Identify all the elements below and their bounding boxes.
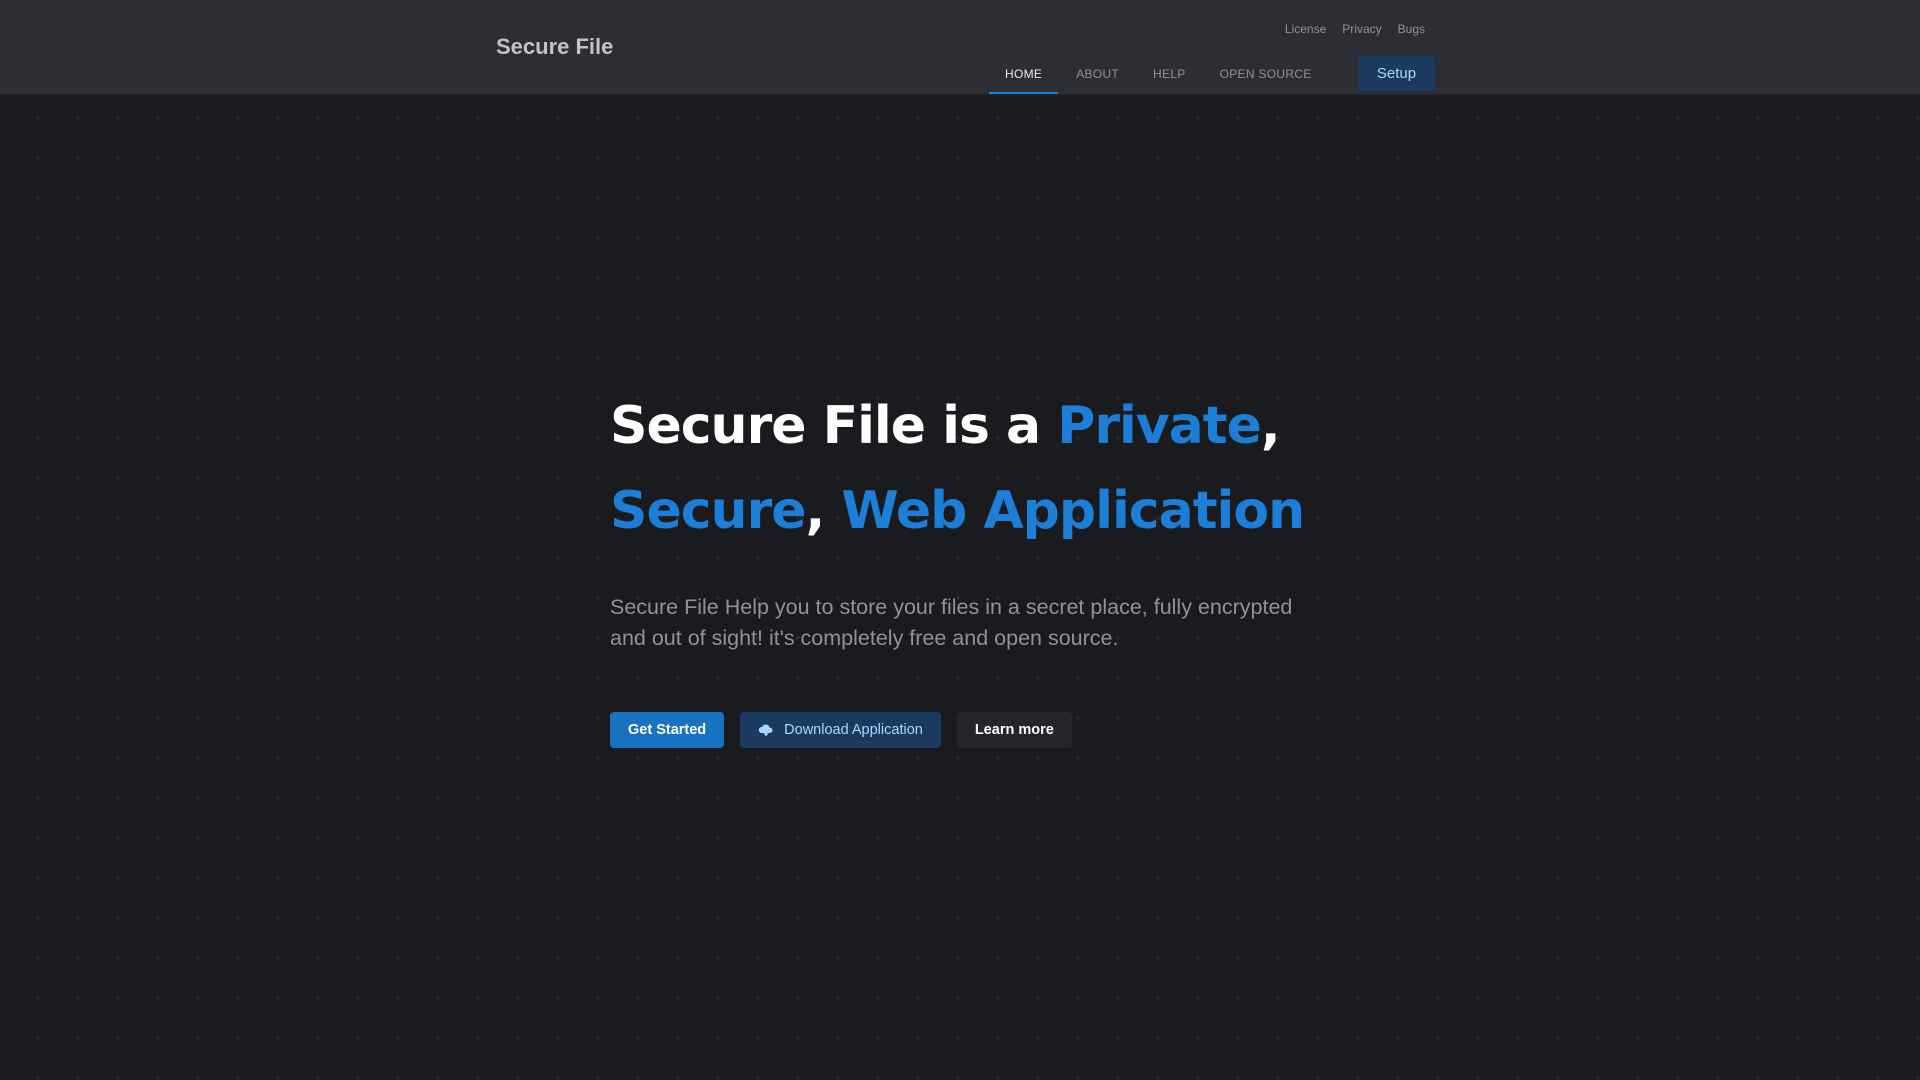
get-started-label: Get Started	[628, 722, 707, 738]
hero-title: Secure File is a Private, Secure, Web App…	[610, 384, 1370, 554]
bugs-link[interactable]: Bugs	[1398, 22, 1425, 36]
tab-home[interactable]: HOME	[989, 56, 1059, 94]
tab-about[interactable]: ABOUT	[1060, 56, 1135, 94]
download-application-label: Download Application	[784, 722, 923, 738]
hero-section: Secure File is a Private, Secure, Web App…	[610, 384, 1370, 748]
learn-more-button[interactable]: Learn more	[956, 712, 1072, 748]
cloud-download-icon	[758, 722, 774, 738]
hero-title-comma: ,	[805, 481, 842, 541]
learn-more-label: Learn more	[974, 722, 1054, 738]
hero-title-comma: ,	[1260, 396, 1281, 456]
hero-highlight-private: Private	[1057, 396, 1262, 456]
header: Secure File License Privacy Bugs HOME AB…	[0, 0, 1920, 95]
hero-actions: Get Started Download Application Learn m…	[610, 712, 1370, 748]
hero-highlight-secure: Secure	[610, 481, 806, 541]
get-started-button[interactable]: Get Started	[610, 712, 725, 748]
hero-description: Secure File Help you to store your files…	[610, 595, 1293, 650]
download-application-button[interactable]: Download Application	[740, 712, 941, 748]
main-nav: HOME ABOUT HELP OPEN SOURCE	[989, 56, 1330, 95]
hero-title-text: Secure File is a	[610, 396, 1058, 456]
license-link[interactable]: License	[1285, 22, 1326, 36]
secondary-links: License Privacy Bugs	[1285, 22, 1425, 36]
tab-help[interactable]: HELP	[1137, 56, 1202, 94]
privacy-link[interactable]: Privacy	[1342, 22, 1381, 36]
setup-button[interactable]: Setup	[1358, 56, 1435, 91]
hero-highlight-web-application: Web Application	[841, 481, 1305, 541]
tab-open-source[interactable]: OPEN SOURCE	[1204, 56, 1328, 94]
brand-logo-text[interactable]: Secure File	[496, 34, 613, 60]
